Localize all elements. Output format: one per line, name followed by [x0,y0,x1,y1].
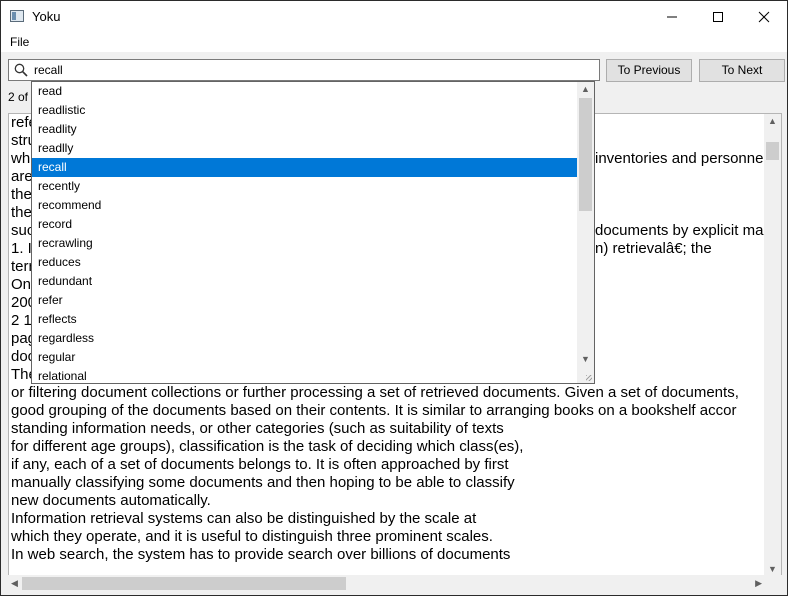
maximize-button[interactable] [695,1,741,32]
close-icon [758,11,770,23]
document-line: or filtering document collections or fur… [11,384,739,401]
autocomplete-item[interactable]: read [32,82,577,101]
document-line-fragment: n) retrievalâ€; the [595,240,712,257]
autocomplete-scroll-thumb[interactable] [579,98,592,211]
app-icon [10,10,24,22]
autocomplete-item[interactable]: reflects [32,310,577,329]
search-box[interactable] [8,59,600,81]
document-line-fragment: documents by explicit ma [595,222,764,239]
document-line: if any, each of a set of documents belon… [11,456,509,473]
autocomplete-item[interactable]: refer [32,291,577,310]
horizontal-scroll-thumb[interactable] [22,577,346,590]
menu-bar: File [1,32,787,52]
search-input[interactable] [34,61,594,79]
document-line: good grouping of the documents based on … [11,402,737,419]
autocomplete-item[interactable]: readlity [32,120,577,139]
document-line: 2 1 [11,312,32,329]
document-line: 1. I [11,240,32,257]
autocomplete-item[interactable]: record [32,215,577,234]
autocomplete-item[interactable]: relational [32,367,577,383]
scroll-right-arrow[interactable]: ▶ [755,578,762,589]
document-line: which they operate, and it is useful to … [11,528,493,545]
document-line: the [11,204,32,221]
autocomplete-item[interactable]: readlistic [32,101,577,120]
document-line: manually classifying some documents and … [11,474,515,491]
autocomplete-item[interactable]: recrawling [32,234,577,253]
scroll-up-arrow[interactable]: ▲ [768,116,777,126]
document-line: new documents automatically. [11,492,211,509]
resize-grip-icon[interactable] [586,375,592,381]
match-count: 2 of [8,90,29,104]
document-line: for different age groups), classificatio… [11,438,524,455]
autocomplete-item[interactable]: redundant [32,272,577,291]
document-line: are [11,168,33,185]
scroll-left-arrow[interactable]: ◀ [11,578,18,589]
autocomplete-scroll-down-arrow[interactable]: ▼ [581,354,590,364]
autocomplete-scrollbar[interactable]: ▲ ▼ [577,82,594,383]
vertical-scroll-thumb[interactable] [766,142,779,160]
search-icon [14,63,28,77]
close-button[interactable] [741,1,787,32]
autocomplete-item[interactable]: readlly [32,139,577,158]
autocomplete-popup[interactable]: read readlistic readlity readlly recall recen… [31,81,595,384]
window-title: Yoku [32,9,61,24]
menu-file[interactable]: File [10,35,29,49]
minimize-button[interactable] [649,1,695,32]
autocomplete-item[interactable]: regardless [32,329,577,348]
document-line: On [11,276,32,293]
vertical-scrollbar[interactable]: ▲ ▼ [764,114,781,576]
horizontal-scrollbar[interactable]: ◀ ▶ [8,575,765,592]
scroll-corner [765,575,782,592]
autocomplete-item[interactable]: regular [32,348,577,367]
to-previous-button[interactable]: To Previous [606,59,692,82]
autocomplete-scroll-up-arrow[interactable]: ▲ [581,84,590,94]
autocomplete-item[interactable]: reduces [32,253,577,272]
to-next-button[interactable]: To Next [699,59,785,82]
title-bar[interactable]: Yoku [1,1,787,32]
autocomplete-item[interactable]: recently [32,177,577,196]
document-line: standing information needs, or other cat… [11,420,504,437]
minimize-icon [667,16,677,18]
app-window: Yoku File To Previous To Next 2 of refes… [0,0,788,596]
document-line: the [11,186,32,203]
scroll-down-arrow[interactable]: ▼ [768,564,777,574]
autocomplete-item[interactable]: recommend [32,196,577,215]
document-line-fragment: inventories and personne [595,150,764,167]
autocomplete-item[interactable]: recall [32,158,577,177]
maximize-icon [713,12,723,22]
document-line: In web search, the system has to provide… [11,546,511,563]
document-line: Information retrieval systems can also b… [11,510,477,527]
